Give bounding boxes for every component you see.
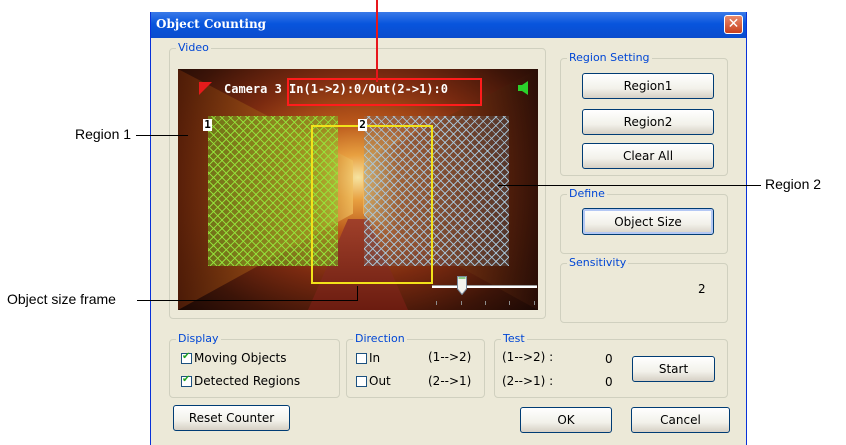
close-icon: ✕ — [727, 16, 740, 32]
in-checkbox[interactable] — [356, 353, 367, 364]
slider-tick — [461, 301, 462, 305]
out-label: Out — [369, 374, 391, 388]
video-group-label: Video — [176, 41, 211, 54]
callout-line-object-size-vertical — [357, 286, 358, 301]
start-button[interactable]: Start — [632, 356, 715, 382]
moving-objects-label: Moving Objects — [194, 351, 287, 365]
callout-line-region-1 — [136, 135, 188, 136]
region1-button-label: Region1 — [623, 79, 673, 93]
object-size-button[interactable]: Object Size — [582, 208, 714, 235]
osd-highlight-box — [287, 78, 482, 106]
test-in-value: 0 — [605, 352, 613, 366]
cancel-button[interactable]: Cancel — [631, 407, 730, 433]
reset-counter-button[interactable]: Reset Counter — [173, 405, 290, 431]
out-checkbox[interactable] — [356, 376, 367, 387]
region2-button-label: Region2 — [623, 115, 673, 129]
detected-regions-checkbox[interactable] — [181, 374, 192, 387]
test-out-value: 0 — [605, 375, 613, 389]
callout-region-1: Region 1 — [75, 126, 132, 142]
callout-line-region-2 — [498, 185, 761, 186]
title-bar[interactable]: Object Counting ✕ — [151, 12, 746, 38]
test-out-label: (2-->1) : — [502, 374, 554, 388]
clear-all-button[interactable]: Clear All — [582, 143, 714, 169]
sensitivity-slider-thumb[interactable] — [457, 276, 467, 295]
callout-object-size-frame: Object size frame — [7, 291, 116, 307]
region1-button[interactable]: Region1 — [582, 73, 714, 99]
slider-tick — [485, 301, 486, 305]
clear-all-button-label: Clear All — [622, 149, 674, 163]
object-size-frame[interactable] — [311, 125, 433, 284]
display-group: Display — [169, 332, 340, 398]
in-arrow: (1-->2) — [428, 350, 472, 364]
sensitivity-slider-track[interactable] — [432, 285, 537, 288]
slider-tick — [534, 301, 535, 305]
object-counting-dialog: Object Counting ✕ Video 1 2 Camera 3 In(… — [150, 12, 747, 445]
sensitivity-label: Sensitivity — [567, 256, 629, 269]
region2-button[interactable]: Region2 — [582, 109, 714, 135]
sensitivity-value: 2 — [698, 282, 706, 296]
out-arrow: (2-->1) — [428, 374, 472, 388]
region-2-tag: 2 — [358, 118, 367, 131]
callout-line-object-size — [137, 300, 358, 301]
test-label: Test — [501, 332, 527, 345]
display-label: Display — [176, 332, 221, 345]
speaker-icon — [518, 81, 528, 95]
start-button-label: Start — [658, 362, 689, 376]
dialog-title: Object Counting — [156, 17, 267, 31]
callout-region-2: Region 2 — [765, 176, 822, 192]
direction-group: Direction — [346, 332, 485, 398]
slider-tick — [436, 301, 437, 305]
slider-tick — [509, 301, 510, 305]
region-setting-label: Region Setting — [567, 51, 652, 64]
test-in-label: (1-->2) : — [502, 350, 554, 364]
in-label: In — [369, 351, 381, 365]
ok-button[interactable]: OK — [520, 407, 612, 433]
region-1-tag: 1 — [203, 118, 212, 131]
callout-line-osd — [376, 0, 378, 82]
ok-button-label: OK — [557, 413, 575, 427]
object-size-button-label: Object Size — [614, 214, 682, 229]
cancel-button-label: Cancel — [660, 413, 701, 427]
direction-label: Direction — [353, 332, 407, 345]
record-flag-icon — [199, 82, 212, 95]
moving-objects-checkbox[interactable] — [181, 351, 192, 364]
define-label: Define — [567, 187, 607, 200]
reset-counter-label: Reset Counter — [188, 411, 275, 425]
detected-regions-label: Detected Regions — [194, 374, 301, 388]
video-preview[interactable]: 1 2 Camera 3 In(1->2):0/Out(2->1):0 — [178, 69, 538, 310]
close-button[interactable]: ✕ — [724, 15, 743, 34]
